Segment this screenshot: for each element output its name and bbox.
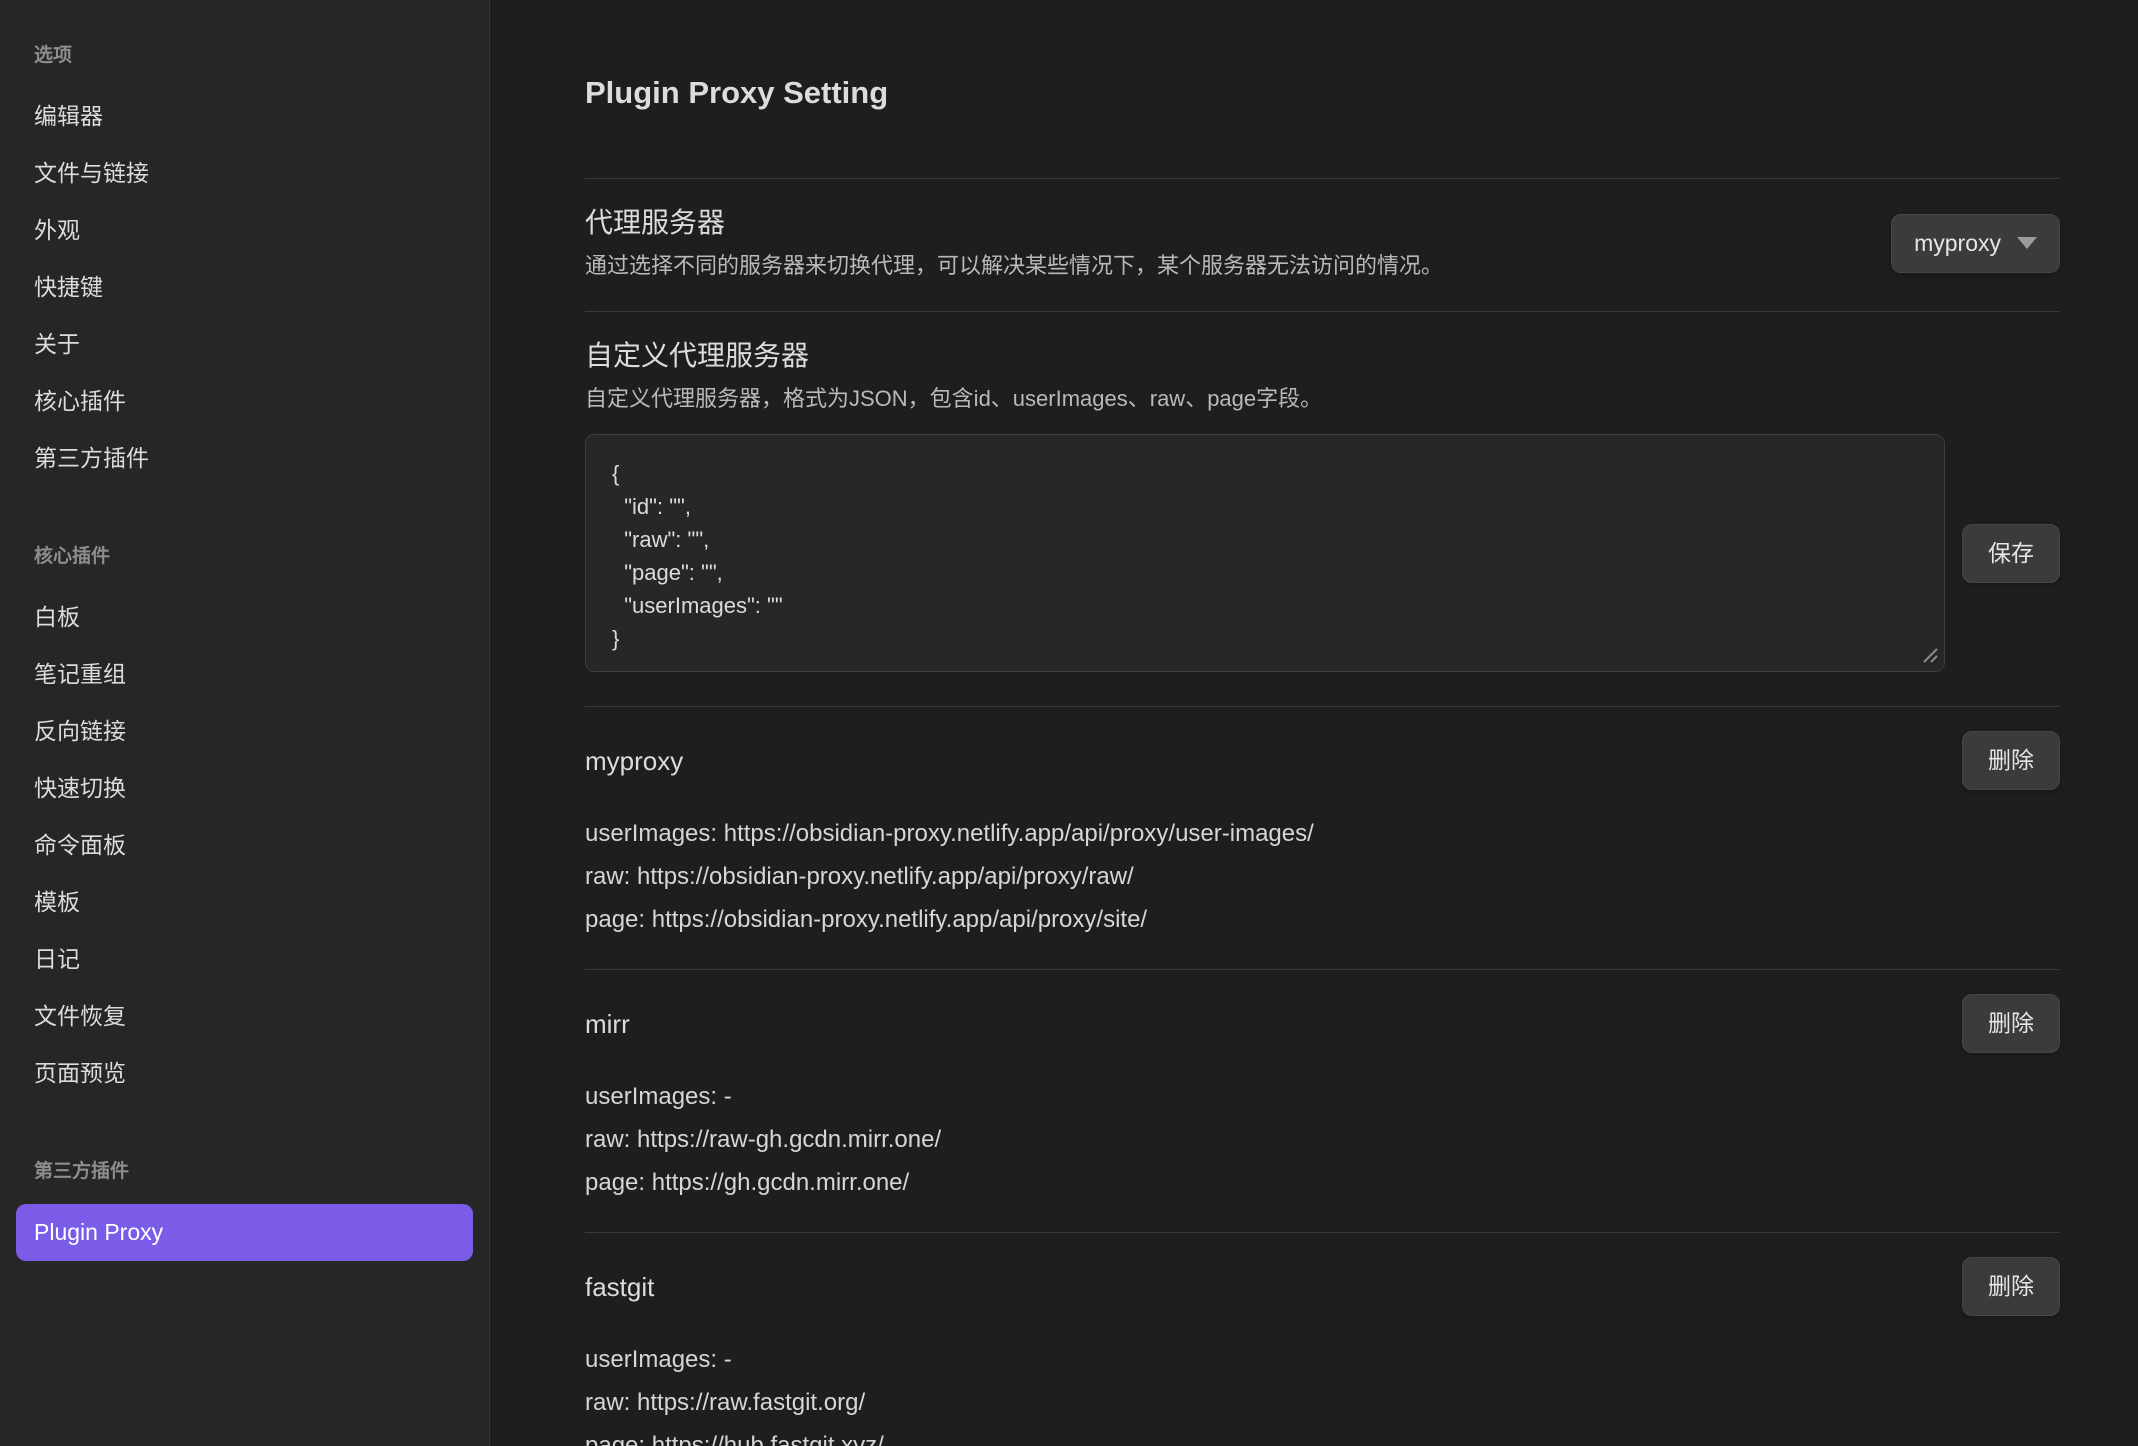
- sidebar-header-options: 选项: [16, 44, 473, 68]
- custom-proxy-name: 自定义代理服务器: [585, 338, 2060, 374]
- entry-details-myproxy: userImages: https://obsidian-proxy.netli…: [585, 812, 2060, 941]
- sidebar-section-community-plugins: 第三方插件 Plugin Proxy: [16, 1160, 473, 1261]
- delete-button-mirr[interactable]: 删除: [1962, 994, 2060, 1053]
- sidebar-item-note-composer[interactable]: 笔记重组: [16, 646, 473, 703]
- sidebar-item-core-plugins[interactable]: 核心插件: [16, 373, 473, 430]
- custom-proxy-desc: 自定义代理服务器，格式为JSON，包含id、userImages、raw、pag…: [585, 384, 2060, 414]
- entry-head: myproxy 删除: [585, 731, 2060, 790]
- entry-raw-line: raw: https://raw.fastgit.org/: [585, 1381, 2060, 1424]
- sidebar-item-about[interactable]: 关于: [16, 316, 473, 373]
- entry-details-mirr: userImages: - raw: https://raw-gh.gcdn.m…: [585, 1075, 2060, 1204]
- sidebar-item-quick-switcher[interactable]: 快速切换: [16, 760, 473, 817]
- custom-proxy-editor-row: { "id": "", "raw": "", "page": "", "user…: [585, 434, 2060, 672]
- entry-page-line: page: https://hub.fastgit.xyz/: [585, 1424, 2060, 1446]
- sidebar-item-plugin-proxy[interactable]: Plugin Proxy: [16, 1204, 473, 1261]
- custom-proxy-setting: 自定义代理服务器 自定义代理服务器，格式为JSON，包含id、userImage…: [585, 311, 2060, 706]
- custom-proxy-json-input[interactable]: { "id": "", "raw": "", "page": "", "user…: [585, 434, 1945, 672]
- custom-proxy-textarea-wrap: { "id": "", "raw": "", "page": "", "user…: [585, 434, 1945, 672]
- sidebar-item-file-recovery[interactable]: 文件恢复: [16, 988, 473, 1045]
- entry-userimages-line: userImages: -: [585, 1075, 2060, 1118]
- entry-page-line: page: https://gh.gcdn.mirr.one/: [585, 1161, 2060, 1204]
- entry-raw-line: raw: https://obsidian-proxy.netlify.app/…: [585, 855, 2060, 898]
- sidebar-item-templates[interactable]: 模板: [16, 874, 473, 931]
- entry-page-line: page: https://obsidian-proxy.netlify.app…: [585, 898, 2060, 941]
- sidebar-section-core-plugins: 核心插件 白板 笔记重组 反向链接 快速切换 命令面板 模板 日记 文件恢复 页…: [16, 545, 473, 1102]
- delete-button-myproxy[interactable]: 删除: [1962, 731, 2060, 790]
- proxy-entry-fastgit: fastgit 删除 userImages: - raw: https://ra…: [585, 1232, 2060, 1446]
- entry-details-fastgit: userImages: - raw: https://raw.fastgit.o…: [585, 1338, 2060, 1446]
- entry-head: mirr 删除: [585, 994, 2060, 1053]
- sidebar-item-files-links[interactable]: 文件与链接: [16, 145, 473, 202]
- sidebar-item-editor[interactable]: 编辑器: [16, 88, 473, 145]
- chevron-down-icon: [2017, 237, 2037, 249]
- page-title: Plugin Proxy Setting: [585, 74, 2060, 112]
- entry-head: fastgit 删除: [585, 1257, 2060, 1316]
- proxy-entry-myproxy: myproxy 删除 userImages: https://obsidian-…: [585, 706, 2060, 969]
- proxy-entry-mirr: mirr 删除 userImages: - raw: https://raw-g…: [585, 969, 2060, 1232]
- entry-userimages-line: userImages: -: [585, 1338, 2060, 1381]
- proxy-server-dropdown-value: myproxy: [1914, 229, 2001, 258]
- sidebar-item-page-preview[interactable]: 页面预览: [16, 1045, 473, 1102]
- proxy-server-dropdown[interactable]: myproxy: [1891, 214, 2060, 273]
- sidebar-header-community-plugins: 第三方插件: [16, 1160, 473, 1184]
- entry-name-mirr: mirr: [585, 1007, 630, 1041]
- sidebar-item-hotkeys[interactable]: 快捷键: [16, 259, 473, 316]
- sidebar-item-appearance[interactable]: 外观: [16, 202, 473, 259]
- entry-name-fastgit: fastgit: [585, 1270, 654, 1304]
- entry-userimages-line: userImages: https://obsidian-proxy.netli…: [585, 812, 2060, 855]
- sidebar-header-core-plugins: 核心插件: [16, 545, 473, 569]
- sidebar-item-community-plugins[interactable]: 第三方插件: [16, 430, 473, 487]
- sidebar-item-command-palette[interactable]: 命令面板: [16, 817, 473, 874]
- sidebar-item-backlinks[interactable]: 反向链接: [16, 703, 473, 760]
- proxy-server-setting: 代理服务器 通过选择不同的服务器来切换代理，可以解决某些情况下，某个服务器无法访…: [585, 178, 2060, 311]
- settings-content: Plugin Proxy Setting 代理服务器 通过选择不同的服务器来切换…: [490, 0, 2138, 1446]
- proxy-server-info: 代理服务器 通过选择不同的服务器来切换代理，可以解决某些情况下，某个服务器无法访…: [585, 205, 1443, 281]
- delete-button-fastgit[interactable]: 删除: [1962, 1257, 2060, 1316]
- proxy-server-desc: 通过选择不同的服务器来切换代理，可以解决某些情况下，某个服务器无法访问的情况。: [585, 251, 1443, 281]
- sidebar-item-daily-notes[interactable]: 日记: [16, 931, 473, 988]
- sidebar-section-options: 选项 编辑器 文件与链接 外观 快捷键 关于 核心插件 第三方插件: [16, 44, 473, 487]
- save-button[interactable]: 保存: [1962, 524, 2060, 583]
- proxy-server-name: 代理服务器: [585, 205, 1443, 241]
- settings-sidebar: 选项 编辑器 文件与链接 外观 快捷键 关于 核心插件 第三方插件 核心插件 白…: [0, 0, 490, 1446]
- resize-handle-icon[interactable]: [1920, 645, 1938, 663]
- sidebar-item-canvas[interactable]: 白板: [16, 589, 473, 646]
- entry-raw-line: raw: https://raw-gh.gcdn.mirr.one/: [585, 1118, 2060, 1161]
- entry-name-myproxy: myproxy: [585, 744, 683, 778]
